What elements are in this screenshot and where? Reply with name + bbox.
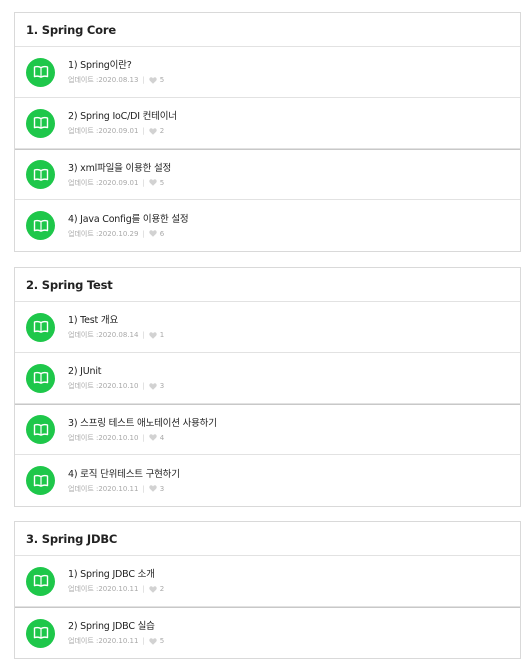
lesson-meta: 업데이트 : 2020.10.11 | 5	[68, 637, 165, 645]
lesson-title: 4) 로직 단위테스트 구현하기	[68, 468, 180, 480]
lesson-item[interactable]: 3) xml파일을 이용한 설정 업데이트 : 2020.09.01 | 5	[15, 149, 520, 200]
lesson-title: 1) Spring JDBC 소개	[68, 569, 155, 580]
lesson-title: 2) Spring IoC/DI 컨테이너	[68, 111, 177, 122]
book-icon	[26, 312, 55, 342]
section-title: 2. Spring Test	[26, 277, 113, 292]
lesson-title: 2) Spring JDBC 실습	[68, 621, 155, 632]
section-title: 1. Spring Core	[26, 22, 116, 37]
update-label: 업데이트 :	[68, 433, 99, 442]
update-label: 업데이트 :	[68, 484, 99, 493]
lesson-meta: 업데이트 : 2020.08.14 | 1	[68, 331, 165, 339]
like-count: 1	[159, 331, 165, 339]
section-spring-core: 1. Spring Core 1) Spring이란? 업데이트 : 2020.…	[14, 12, 521, 252]
book-icon	[26, 466, 55, 495]
lesson-item[interactable]: 3) 스프링 테스트 애노테이션 사용하기 업데이트 : 2020.10.10 |…	[15, 404, 520, 455]
lesson-title: 4) Java Config를 이용한 설정	[68, 213, 189, 225]
section-header: 1. Spring Core	[15, 13, 520, 47]
like-count: 3	[159, 382, 165, 390]
book-icon	[26, 566, 55, 596]
like-count: 5	[159, 76, 165, 84]
heart-icon	[149, 331, 157, 339]
lesson-meta: 업데이트 : 2020.10.11 | 2	[68, 585, 165, 593]
lesson-item[interactable]: 1) Spring이란? 업데이트 : 2020.08.13 | 5	[15, 47, 520, 98]
update-date: 2020.10.29	[98, 229, 139, 238]
like-count: 3	[159, 484, 165, 493]
update-date: 2020.10.11	[98, 585, 139, 593]
update-label: 업데이트 :	[68, 76, 99, 84]
update-date: 2020.08.14	[98, 331, 139, 339]
section-header: 3. Spring JDBC	[15, 522, 520, 556]
update-date: 2020.09.01	[98, 178, 139, 187]
update-date: 2020.10.11	[98, 484, 139, 493]
section-title: 3. Spring JDBC	[26, 531, 118, 546]
lesson-title: 2) JUnit	[68, 366, 102, 377]
lesson-item[interactable]: 2) JUnit 업데이트 : 2020.10.10 | 3	[15, 353, 520, 404]
update-date: 2020.10.10	[98, 382, 139, 390]
like-count: 6	[159, 229, 165, 238]
heart-icon	[149, 382, 157, 390]
book-icon	[26, 363, 55, 393]
section-header: 2. Spring Test	[15, 268, 520, 302]
book-icon	[26, 108, 55, 138]
heart-icon	[149, 637, 157, 645]
lesson-title: 1) Test 개요	[68, 315, 118, 326]
lesson-item[interactable]: 1) Spring JDBC 소개 업데이트 : 2020.10.11 | 2	[15, 556, 520, 607]
heart-icon	[149, 127, 157, 135]
update-label: 업데이트 :	[68, 331, 99, 339]
lesson-item[interactable]: 4) 로직 단위테스트 구현하기 업데이트 : 2020.10.11 | 3	[15, 455, 520, 506]
update-label: 업데이트 :	[68, 637, 99, 645]
heart-icon	[149, 76, 157, 84]
lesson-item[interactable]: 4) Java Config를 이용한 설정 업데이트 : 2020.10.29…	[15, 200, 520, 251]
lesson-title: 3) 스프링 테스트 애노테이션 사용하기	[68, 417, 217, 429]
heart-icon	[149, 179, 157, 186]
update-date: 2020.08.13	[98, 76, 139, 84]
update-label: 업데이트 :	[68, 382, 99, 390]
section-spring-test: 2. Spring Test 1) Test 개요 업데이트 : 2020.08…	[14, 267, 521, 507]
lesson-meta: 업데이트 : 2020.09.01 | 5	[68, 178, 165, 187]
heart-icon	[149, 434, 157, 441]
like-count: 5	[159, 178, 165, 187]
lesson-item[interactable]: 2) Spring JDBC 실습 업데이트 : 2020.10.11 | 5	[15, 607, 520, 658]
book-icon	[26, 415, 55, 444]
like-count: 4	[159, 433, 165, 442]
lesson-item[interactable]: 2) Spring IoC/DI 컨테이너 업데이트 : 2020.09.01 |…	[15, 98, 520, 149]
book-icon	[26, 618, 55, 648]
update-date: 2020.10.10	[98, 433, 139, 442]
heart-icon	[149, 230, 157, 237]
lesson-title: 3) xml파일을 이용한 설정	[68, 162, 172, 174]
like-count: 2	[159, 585, 165, 593]
heart-icon	[149, 585, 157, 593]
update-label: 업데이트 :	[68, 229, 99, 238]
lesson-item[interactable]: 1) Test 개요 업데이트 : 2020.08.14 | 1	[15, 302, 520, 353]
heart-icon	[149, 485, 157, 492]
section-spring-jdbc: 3. Spring JDBC 1) Spring JDBC 소개 업데이트 : …	[14, 521, 521, 659]
like-count: 2	[159, 127, 165, 135]
update-date: 2020.10.11	[98, 637, 139, 645]
lesson-meta: 업데이트 : 2020.10.29 | 6	[68, 229, 165, 238]
lesson-meta: 업데이트 : 2020.08.13 | 5	[68, 76, 165, 84]
lesson-title: 1) Spring이란?	[68, 60, 132, 71]
book-icon	[26, 211, 55, 240]
update-label: 업데이트 :	[68, 127, 99, 135]
book-icon	[26, 57, 55, 87]
lesson-meta: 업데이트 : 2020.09.01 | 2	[68, 127, 165, 135]
book-icon	[26, 160, 55, 189]
update-label: 업데이트 :	[68, 178, 99, 187]
lesson-meta: 업데이트 : 2020.10.10 | 3	[68, 382, 165, 390]
like-count: 5	[159, 637, 165, 645]
lesson-meta: 업데이트 : 2020.10.10 | 4	[68, 433, 165, 442]
update-label: 업데이트 :	[68, 585, 99, 593]
lesson-meta: 업데이트 : 2020.10.11 | 3	[68, 484, 165, 493]
update-date: 2020.09.01	[98, 127, 139, 135]
